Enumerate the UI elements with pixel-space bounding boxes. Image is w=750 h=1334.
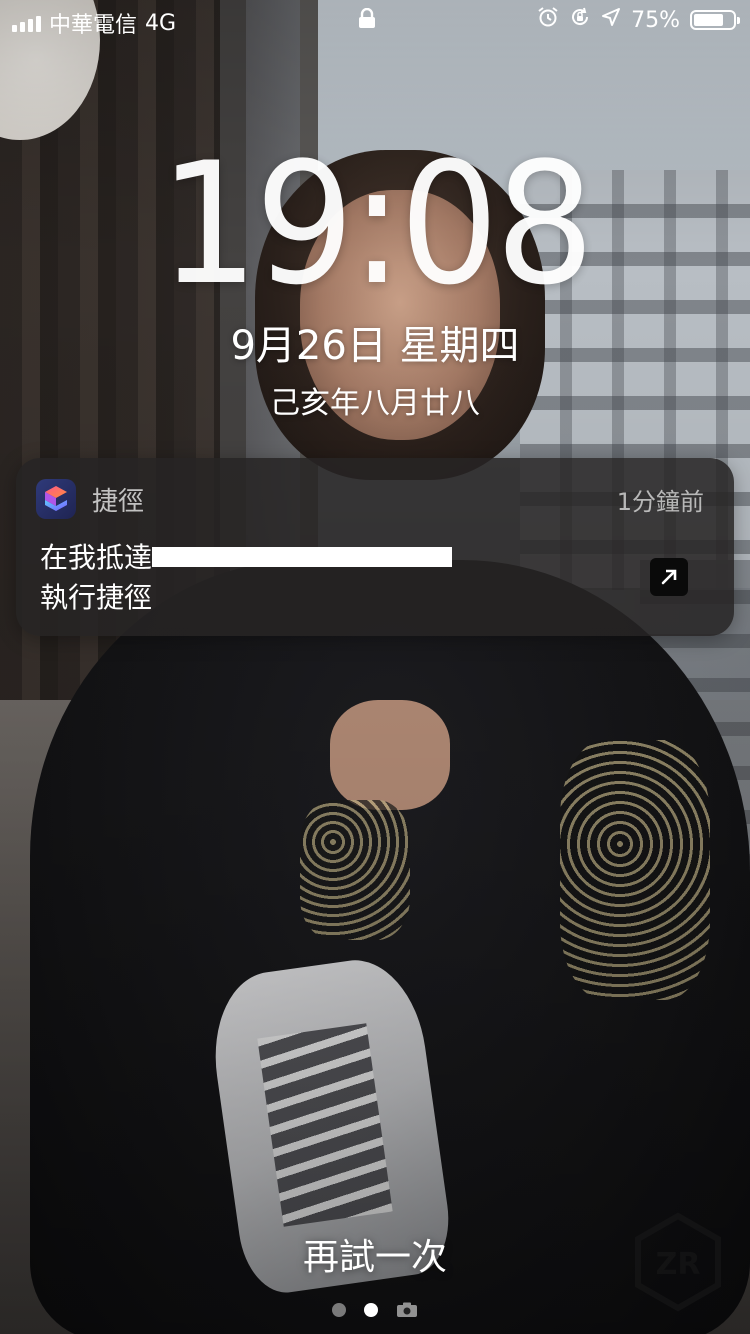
- lock-icon: [358, 7, 376, 34]
- battery-percent-label: 75%: [631, 7, 680, 33]
- notification-time: 1分鐘前: [616, 487, 704, 516]
- notification-title: 在我抵達: [40, 536, 453, 576]
- shortcuts-app-icon: [36, 479, 76, 519]
- open-arrow-icon[interactable]: [650, 558, 688, 596]
- status-bar: 中華電信 4G 75%: [0, 0, 750, 40]
- notification-card[interactable]: 捷徑 1分鐘前 在我抵達 執行捷徑: [16, 458, 734, 636]
- lock-screen-lunar-date: 己亥年八月廿八: [270, 386, 480, 421]
- notification-app-name: 捷徑: [92, 486, 145, 517]
- lock-screen-date: 9月26日 星期四: [230, 323, 520, 369]
- camera-page-icon[interactable]: [396, 1302, 418, 1318]
- notification-body: 執行捷徑: [40, 581, 153, 614]
- battery-icon: [690, 10, 740, 30]
- svg-text:ZR: ZR: [656, 1247, 701, 1282]
- notification-header: 捷徑 1分鐘前: [36, 478, 704, 520]
- clock-time: 19:08: [159, 126, 594, 322]
- redaction-bar: [152, 547, 453, 567]
- network-type-label: 4G: [145, 10, 177, 36]
- alarm-icon: [537, 6, 559, 34]
- signal-icon: [12, 14, 41, 32]
- lock-screen-clock: 19:08: [0, 140, 750, 308]
- rotation-lock-icon: [569, 6, 591, 34]
- carrier-label: 中華電信: [49, 13, 138, 38]
- page-dot[interactable]: [332, 1303, 346, 1317]
- status-bar-right: 75%: [537, 6, 740, 34]
- location-icon: [601, 7, 621, 33]
- status-bar-left: 中華電信 4G: [12, 7, 176, 39]
- notification-title-text: 在我抵達: [40, 541, 153, 574]
- watermark-logo: ZR: [630, 1212, 726, 1312]
- battery-fill: [694, 14, 723, 26]
- page-dot-active[interactable]: [364, 1303, 378, 1317]
